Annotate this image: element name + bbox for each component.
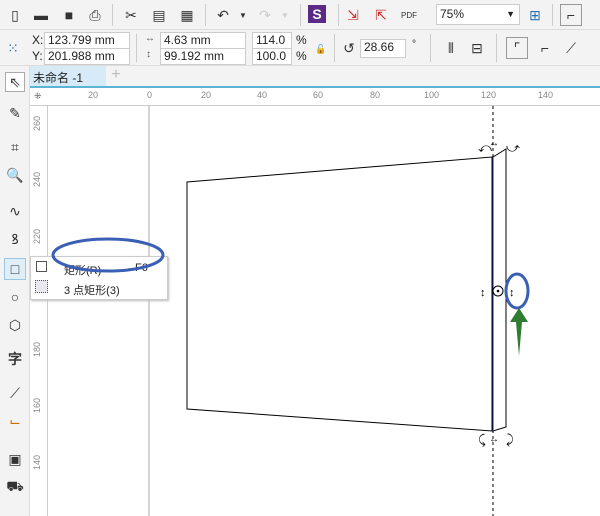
scale-height-input[interactable]: 100.0: [252, 48, 292, 65]
ruler-label: 140: [32, 455, 42, 471]
rotate-handle-icon: ⤸: [506, 432, 514, 447]
crop-tool-icon[interactable]: ⌗: [6, 138, 24, 156]
corel-connect-icon[interactable]: S: [308, 5, 326, 23]
rotate-handle-icon: ⤻: [506, 140, 520, 155]
corner-chamfer-icon[interactable]: ⟋: [562, 39, 580, 57]
height-icon: ↕: [146, 49, 151, 60]
skew-handle-icon: ↔: [489, 434, 499, 445]
ruler-label: 180: [32, 342, 42, 358]
dimension-tool-icon[interactable]: ⟋: [6, 384, 24, 402]
shape-tool-icon[interactable]: ✎: [6, 104, 24, 122]
zoom-tool-icon[interactable]: 🔍: [6, 166, 24, 184]
y-position-input[interactable]: 201.988 mm: [44, 48, 130, 65]
mirror-horizontal-icon[interactable]: ⫴: [442, 39, 460, 57]
property-bar: ⁙ X: 123.799 mm Y: 201.988 mm ↔ 4.63 mm …: [0, 30, 600, 66]
3-point-rectangle-icon: [35, 280, 48, 293]
rectangle-tool-icon[interactable]: □: [4, 258, 26, 280]
corner-round-icon[interactable]: ⌜: [506, 37, 528, 59]
degree-label: °: [412, 39, 416, 50]
skew-handle-icon: ↔: [489, 138, 499, 149]
mirror-vertical-icon[interactable]: ⊟: [468, 39, 486, 57]
menu-item-3-point-rectangle[interactable]: 3 点矩形(3): [31, 279, 167, 299]
horizontal-ruler[interactable]: ⁜ 20 0 20 40 60 80 100 120 140: [30, 88, 600, 106]
corner-scallop-icon[interactable]: ⌐: [536, 39, 554, 57]
pick-tool-icon[interactable]: ⇖: [5, 72, 25, 92]
vertical-ruler[interactable]: 260 240 220 200 180 160 140: [30, 106, 48, 516]
scale-width-input[interactable]: 114.0: [252, 32, 292, 49]
y-label: Y:: [32, 49, 43, 63]
rulers-icon[interactable]: ⌐: [560, 4, 582, 26]
export-icon[interactable]: ⇱: [372, 6, 390, 24]
ruler-label: 40: [257, 90, 268, 100]
x-position-input[interactable]: 123.799 mm: [44, 32, 130, 49]
rotate-icon: ↺: [343, 39, 355, 56]
ruler-label: 240: [32, 172, 42, 188]
ruler-label: 160: [32, 398, 42, 414]
width-icon: ↔: [145, 33, 155, 44]
menu-item-label: 3 点矩形(3): [64, 285, 120, 297]
ruler-label: 260: [32, 116, 42, 132]
ruler-label: 120: [481, 90, 497, 100]
percent-label: %: [296, 33, 307, 47]
x-label: X:: [32, 33, 44, 47]
width-input[interactable]: 4.63 mm: [160, 32, 246, 49]
ruler-label: 0: [147, 90, 153, 100]
angle-input[interactable]: 28.66: [360, 39, 406, 58]
paste-icon[interactable]: ▦: [178, 6, 196, 24]
text-tool-icon[interactable]: 字: [6, 350, 24, 368]
percent-label: %: [296, 49, 307, 63]
rectangle-icon: [36, 261, 47, 272]
trapezoid-shape[interactable]: [186, 156, 493, 432]
ellipse-tool-icon[interactable]: ○: [6, 288, 24, 306]
full-screen-icon[interactable]: ⊞: [526, 6, 544, 24]
rotate-handle-icon: ⤹: [478, 432, 486, 447]
zoom-select[interactable]: 75% ▼: [436, 4, 520, 25]
copy-icon[interactable]: ▤: [150, 6, 168, 24]
redo-icon[interactable]: ↷: [256, 6, 274, 24]
ruler-origin-icon[interactable]: ⁜: [34, 91, 42, 102]
document-tabs: 未命名 -1 +: [30, 66, 600, 88]
ruler-label: 100: [424, 90, 440, 100]
standard-toolbar: ▯ ▬ ■ ⎙ ✂ ▤ ▦ ↶ ▼ ↷ ▼ S ⇲ ⇱ PDF 75% ▼ ⊞ ⌐: [0, 0, 600, 30]
artistic-media-icon[interactable]: ꝸ: [6, 230, 24, 248]
print-icon[interactable]: ⎙: [86, 6, 104, 24]
save-icon[interactable]: ■: [60, 6, 78, 24]
fill-tool-icon[interactable]: ⛟: [6, 478, 24, 496]
ruler-label: 60: [313, 90, 324, 100]
lock-ratio-icon[interactable]: 🔓: [312, 40, 330, 58]
cut-icon[interactable]: ✂: [122, 6, 140, 24]
chevron-down-icon: ▼: [506, 9, 515, 19]
tab-document[interactable]: 未命名 -1: [30, 66, 106, 86]
new-icon[interactable]: ▯: [6, 6, 24, 24]
reference-point-icon[interactable]: ⁙: [4, 39, 22, 57]
open-icon[interactable]: ▬: [32, 6, 50, 24]
undo-icon[interactable]: ↶: [214, 6, 232, 24]
height-input[interactable]: 99.192 mm: [160, 48, 246, 65]
import-icon[interactable]: ⇲: [344, 6, 362, 24]
ruler-label: 80: [370, 90, 381, 100]
freehand-tool-icon[interactable]: ∿: [6, 202, 24, 220]
drop-shadow-tool-icon[interactable]: ▣: [6, 450, 24, 468]
ruler-label: 140: [538, 90, 554, 100]
skew-handle-icon: ↕: [480, 287, 486, 299]
annotation-arrow: [510, 308, 528, 356]
ruler-label: 20: [201, 90, 212, 100]
annotation-ellipse: [51, 237, 165, 273]
connector-tool-icon[interactable]: ⌙: [6, 412, 24, 430]
add-tab-button[interactable]: +: [108, 66, 124, 86]
zoom-value: 75%: [440, 7, 465, 21]
redo-dropdown-icon[interactable]: ▼: [276, 6, 294, 24]
undo-dropdown-icon[interactable]: ▼: [234, 6, 252, 24]
pdf-icon[interactable]: PDF: [400, 6, 418, 24]
polygon-tool-icon[interactable]: ⬡: [6, 316, 24, 334]
ruler-label: 20: [88, 90, 99, 100]
toolbox: ⇖ ✎ ⌗ 🔍 ∿ ꝸ □ ○ ⬡ 字 ⟋ ⌙ ▣ ⛟: [0, 66, 30, 516]
ruler-label: 220: [32, 229, 42, 245]
skew-handle-icon: ↕: [509, 287, 515, 299]
drawing-canvas[interactable]: ⤺ ⤻ ⤹ ⤸ ↔↔ ↕ ↕: [48, 106, 600, 516]
